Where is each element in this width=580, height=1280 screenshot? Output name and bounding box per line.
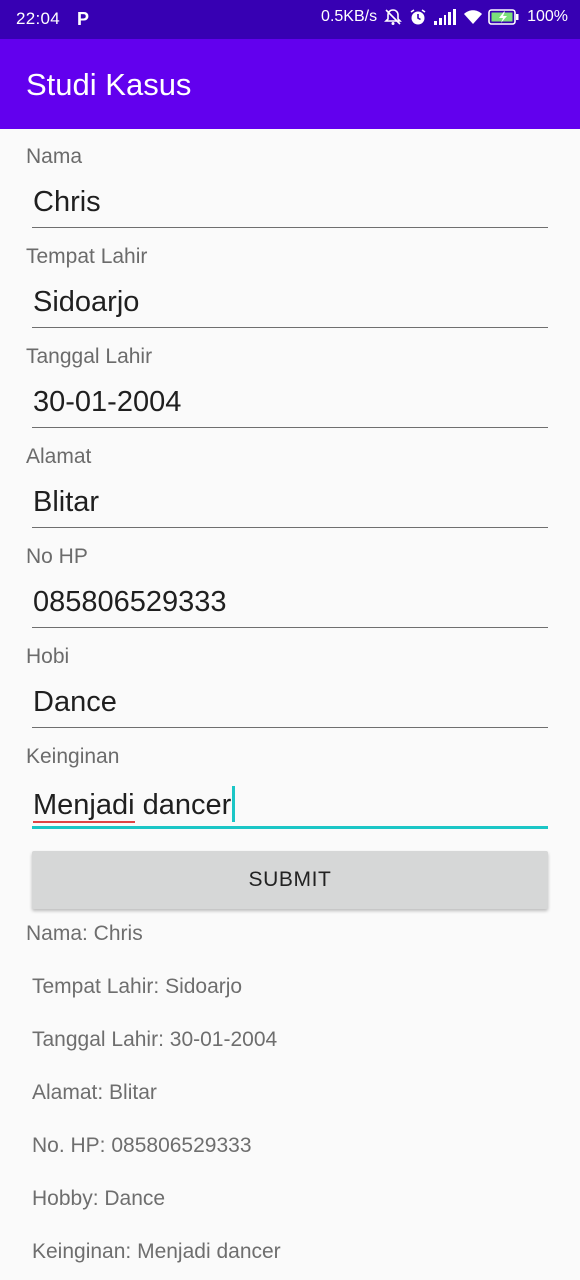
alarm-icon — [409, 8, 427, 26]
app-notification-icon: P — [77, 9, 90, 29]
keinginan-label: Keinginan — [26, 745, 120, 768]
tempat-lahir-input[interactable]: Sidoarjo — [32, 282, 548, 328]
keinginan-value: Menjadi dancer — [33, 786, 236, 823]
result-tempat-lahir: Tempat Lahir: Sidoarjo — [32, 975, 243, 998]
result-tanggal-lahir: Tanggal Lahir: 30-01-2004 — [32, 1028, 278, 1051]
signal-icon — [434, 9, 457, 25]
submit-button[interactable]: SUBMIT — [32, 851, 548, 909]
keinginan-value-rest: dancer — [134, 789, 232, 821]
status-time: 22:04 — [16, 9, 61, 28]
nama-label: Nama — [26, 145, 83, 168]
result-nama: Nama: Chris — [26, 922, 143, 945]
tanggal-lahir-label: Tanggal Lahir — [26, 345, 153, 368]
hobi-label: Hobi — [26, 645, 70, 668]
nama-value: Chris — [33, 186, 101, 218]
result-no-hp: No. HP: 085806529333 — [32, 1134, 252, 1157]
hobi-input[interactable]: Dance — [32, 682, 548, 728]
text-cursor — [232, 786, 236, 822]
nama-input[interactable]: Chris — [32, 182, 548, 228]
no-hp-label: No HP — [26, 545, 88, 568]
spellcheck-word: Menjadi — [33, 789, 135, 823]
app-bar: Studi Kasus — [0, 39, 580, 129]
alamat-value: Blitar — [33, 486, 100, 518]
battery-charging-icon — [488, 8, 520, 26]
result-alamat: Alamat: Blitar — [32, 1081, 157, 1104]
tempat-lahir-label: Tempat Lahir — [26, 245, 148, 268]
page-title: Studi Kasus — [26, 67, 192, 102]
result-keinginan: Keinginan: Menjadi dancer — [32, 1240, 281, 1263]
tanggal-lahir-input[interactable]: 30-01-2004 — [32, 382, 548, 428]
status-icons: 0.5KB/s 100% — [321, 8, 568, 26]
wifi-icon — [463, 8, 483, 26]
status-bar: 22:04 P 0.5KB/s 100% — [0, 0, 580, 39]
network-speed: 0.5KB/s — [321, 8, 378, 25]
result-hobby: Hobby: Dance — [32, 1187, 166, 1210]
no-hp-input[interactable]: 085806529333 — [32, 582, 548, 628]
hobi-value: Dance — [33, 686, 117, 718]
alamat-label: Alamat — [26, 445, 92, 468]
battery-percent: 100% — [527, 8, 568, 25]
alamat-input[interactable]: Blitar — [32, 482, 548, 528]
tanggal-lahir-value: 30-01-2004 — [33, 386, 182, 418]
no-hp-value: 085806529333 — [33, 586, 227, 618]
tempat-lahir-value: Sidoarjo — [33, 286, 140, 318]
bell-off-icon — [384, 8, 403, 26]
keinginan-input[interactable]: Menjadi dancer — [32, 782, 548, 829]
